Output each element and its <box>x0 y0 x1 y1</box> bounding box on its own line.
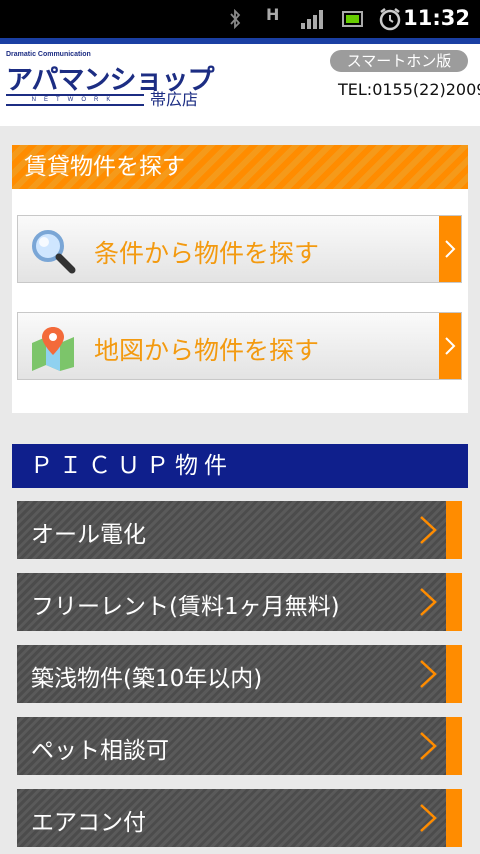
status-bar: H 11:32 <box>0 0 480 38</box>
pickup-item-label: フリーレント(賃料1ヶ月無料) <box>31 594 340 620</box>
header-accent-line <box>0 38 480 44</box>
pickup-section-title: ＰＩＣＵＰ物件 <box>12 444 468 488</box>
search-by-map-button[interactable]: 地図から物件を探す <box>17 312 462 380</box>
arrow-right-box <box>439 216 461 282</box>
bluetooth-icon <box>230 9 241 29</box>
accent-bar <box>446 717 462 775</box>
branch-name: 帯広店 <box>150 90 199 109</box>
pickup-item-label: オール電化 <box>31 522 146 548</box>
accent-bar <box>446 573 462 631</box>
search-by-map-label: 地図から物件を探す <box>94 336 320 365</box>
alarm-icon <box>379 8 401 31</box>
accent-bar <box>446 645 462 703</box>
search-by-conditions-label: 条件から物件を探す <box>94 239 320 268</box>
map-pin-icon <box>32 327 74 371</box>
smartphone-version-badge: スマートホン版 <box>330 50 468 72</box>
logo-network: NETWORK <box>6 94 144 106</box>
pickup-item-all-electric[interactable]: オール電化 <box>17 501 462 559</box>
search-by-conditions-button[interactable]: 条件から物件を探す <box>17 215 462 283</box>
accent-bar <box>446 501 462 559</box>
clock: 11:32 <box>403 6 470 30</box>
accent-bar <box>446 789 462 847</box>
chevron-right-icon <box>445 240 456 258</box>
chevron-right-icon <box>420 732 437 760</box>
pickup-item-new-building[interactable]: 築浅物件(築10年以内) <box>17 645 462 703</box>
pickup-item-label: 築浅物件(築10年以内) <box>31 666 263 692</box>
pickup-item-air-conditioner[interactable]: エアコン付 <box>17 789 462 847</box>
chevron-right-icon <box>445 337 456 355</box>
pickup-item-label: エアコン付 <box>31 810 146 836</box>
chevron-right-icon <box>420 660 437 688</box>
battery-icon <box>342 11 363 27</box>
magnifier-icon <box>32 230 76 274</box>
arrow-right-box <box>439 313 461 379</box>
pickup-item-free-rent[interactable]: フリーレント(賃料1ヶ月無料) <box>17 573 462 631</box>
hsdpa-icon: H <box>266 5 280 24</box>
chevron-right-icon <box>420 516 437 544</box>
signal-icon <box>301 10 323 29</box>
telephone-number[interactable]: TEL:0155(22)2009 <box>338 80 480 99</box>
pickup-item-label: ペット相談可 <box>31 738 169 764</box>
pickup-item-pets-ok[interactable]: ペット相談可 <box>17 717 462 775</box>
chevron-right-icon <box>420 588 437 616</box>
search-section-title: 賃貸物件を探す <box>12 145 468 189</box>
logo-tagline: Dramatic Communication <box>6 51 91 58</box>
chevron-right-icon <box>420 804 437 832</box>
